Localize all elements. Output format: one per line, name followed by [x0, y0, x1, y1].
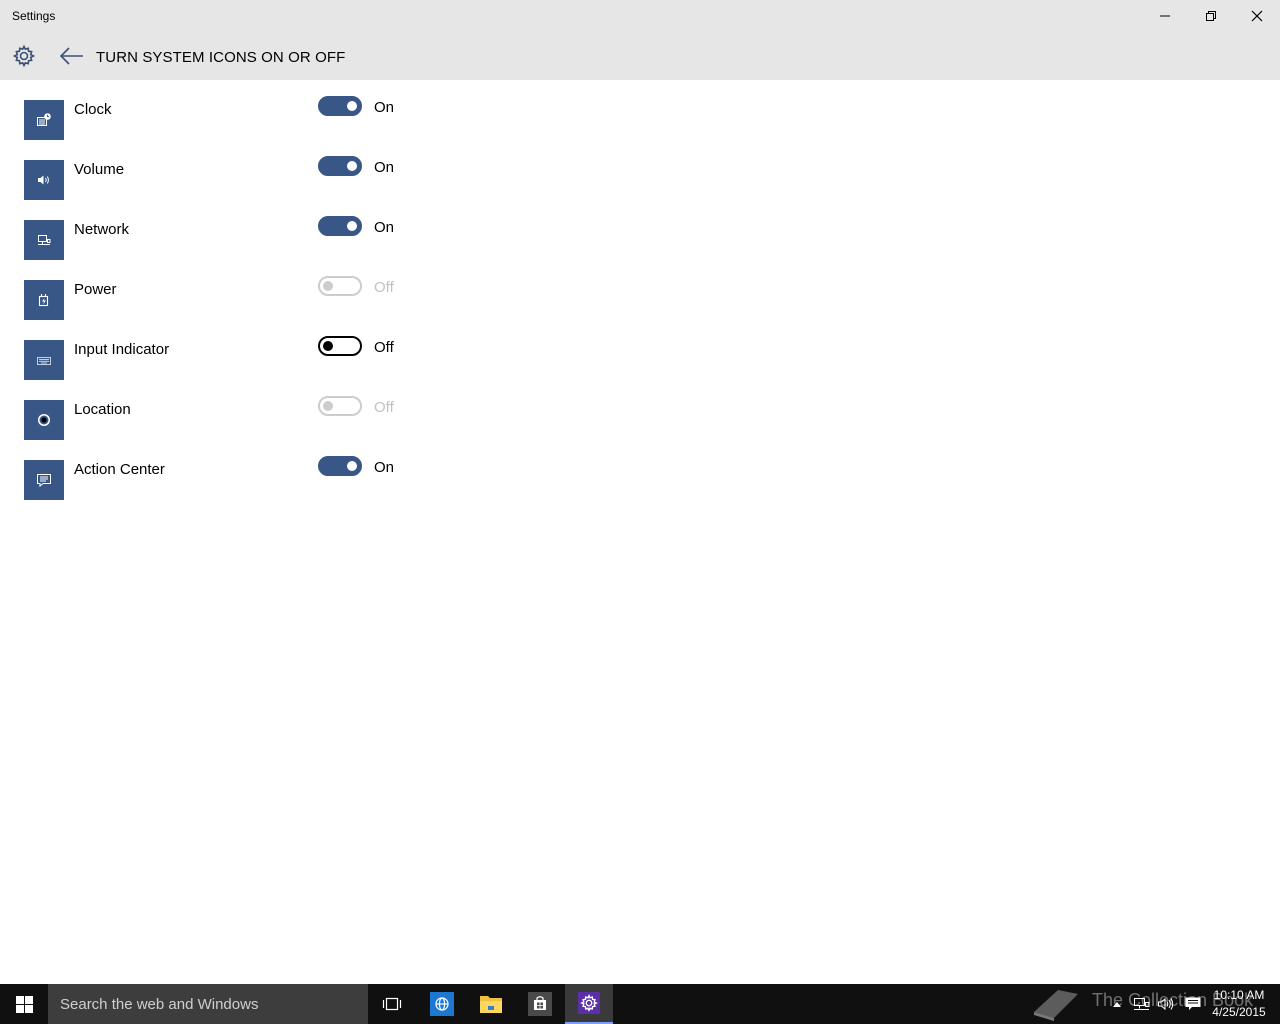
power-icon — [38, 294, 49, 307]
toggle-knob — [347, 161, 357, 171]
action-center-toggle-state: On — [374, 459, 395, 476]
window-title: Settings — [12, 9, 56, 23]
settings-taskbar-button[interactable] — [565, 984, 613, 1024]
clock-tile — [24, 100, 64, 140]
tray-clock[interactable]: 10:10 AM 4/25/2015 — [1208, 987, 1270, 1021]
input-indicator-label: Input Indicator — [74, 341, 170, 358]
back-button[interactable] — [56, 42, 88, 70]
close-button[interactable] — [1234, 0, 1280, 32]
toggle-knob — [323, 341, 333, 351]
setting-row-power: Power Off — [0, 260, 420, 320]
network-icon — [38, 235, 51, 245]
volume-tile — [24, 160, 64, 200]
volume-tray-icon — [1158, 997, 1174, 1011]
action-center-toggle[interactable] — [318, 456, 362, 476]
book-icon — [1034, 990, 1078, 1021]
restore-button[interactable] — [1188, 0, 1234, 32]
toggle-knob — [347, 221, 357, 231]
toggle-knob — [347, 101, 357, 111]
setting-row-network: Network On — [0, 200, 420, 260]
clock-icon — [37, 113, 51, 126]
action-center-label: Action Center — [74, 461, 165, 478]
page-title: TURN SYSTEM ICONS ON OR OFF — [96, 49, 346, 66]
network-tray-icon — [1134, 998, 1150, 1010]
taskbar: Search the web and Windows The Collectio… — [0, 984, 1280, 1024]
power-toggle[interactable] — [318, 276, 362, 296]
input-indicator-toggle[interactable] — [318, 336, 362, 356]
setting-row-clock: Clock On — [0, 80, 420, 140]
action-center-tray-icon — [1185, 997, 1201, 1010]
store-icon — [528, 992, 552, 1016]
start-button[interactable] — [0, 984, 48, 1024]
network-tray-button[interactable] — [1130, 984, 1154, 1024]
task-view-icon — [382, 997, 402, 1011]
volume-icon — [38, 175, 49, 185]
keyboard-icon — [37, 357, 51, 365]
search-box[interactable]: Search the web and Windows — [48, 984, 368, 1024]
windows-logo-icon — [15, 995, 33, 1013]
toggle-knob — [347, 461, 357, 471]
action-center-tray-button[interactable] — [1180, 984, 1206, 1024]
arrow-left-icon — [59, 47, 83, 65]
setting-row-location: Location Off — [0, 380, 420, 440]
clock-date: 4/25/2015 — [1212, 1005, 1266, 1019]
network-tile — [24, 220, 64, 260]
file-explorer-button[interactable] — [467, 984, 515, 1024]
toggle-knob — [323, 281, 333, 291]
location-icon — [38, 414, 50, 426]
task-view-button[interactable] — [368, 984, 416, 1024]
power-toggle-state: Off — [374, 279, 394, 296]
search-placeholder: Search the web and Windows — [60, 996, 259, 1013]
chevron-up-icon — [1113, 1002, 1121, 1007]
settings-home-button[interactable] — [10, 42, 38, 70]
clock-label: Clock — [74, 101, 112, 118]
clock-time: 10:10 AM — [1213, 988, 1265, 1002]
input-indicator-tile — [24, 340, 64, 380]
network-toggle[interactable] — [318, 216, 362, 236]
volume-tray-button[interactable] — [1154, 984, 1178, 1024]
file-explorer-icon — [480, 996, 502, 1013]
gear-icon — [12, 44, 36, 68]
volume-label: Volume — [74, 161, 125, 178]
action-center-icon — [37, 474, 51, 488]
location-toggle[interactable] — [318, 396, 362, 416]
location-tile — [24, 400, 64, 440]
restore-icon — [1206, 11, 1216, 21]
volume-toggle-state: On — [374, 159, 395, 176]
network-label: Network — [74, 221, 130, 238]
action-center-tile — [24, 460, 64, 500]
setting-row-action-center: Action Center On — [0, 440, 420, 500]
toggle-knob — [323, 401, 333, 411]
input-indicator-toggle-state: Off — [374, 339, 394, 356]
clock-toggle[interactable] — [318, 96, 362, 116]
network-toggle-state: On — [374, 219, 395, 236]
setting-row-input-indicator: Input Indicator Off — [0, 320, 420, 380]
settings-icon — [578, 992, 600, 1014]
store-button[interactable] — [516, 984, 564, 1024]
internet-explorer-button[interactable] — [418, 984, 466, 1024]
title-bar: Settings — [0, 0, 1280, 32]
location-label: Location — [74, 401, 131, 418]
setting-row-volume: Volume On — [0, 140, 420, 200]
power-label: Power — [74, 281, 117, 298]
show-hidden-icons-button[interactable] — [1106, 984, 1128, 1024]
clock-toggle-state: On — [374, 99, 395, 116]
internet-explorer-icon — [430, 992, 454, 1016]
settings-header: TURN SYSTEM ICONS ON OR OFF — [0, 32, 1280, 80]
volume-toggle[interactable] — [318, 156, 362, 176]
close-icon — [1251, 10, 1263, 22]
location-toggle-state: Off — [374, 399, 394, 416]
minimize-icon — [1160, 15, 1170, 17]
minimize-button[interactable] — [1142, 0, 1188, 32]
power-tile — [24, 280, 64, 320]
